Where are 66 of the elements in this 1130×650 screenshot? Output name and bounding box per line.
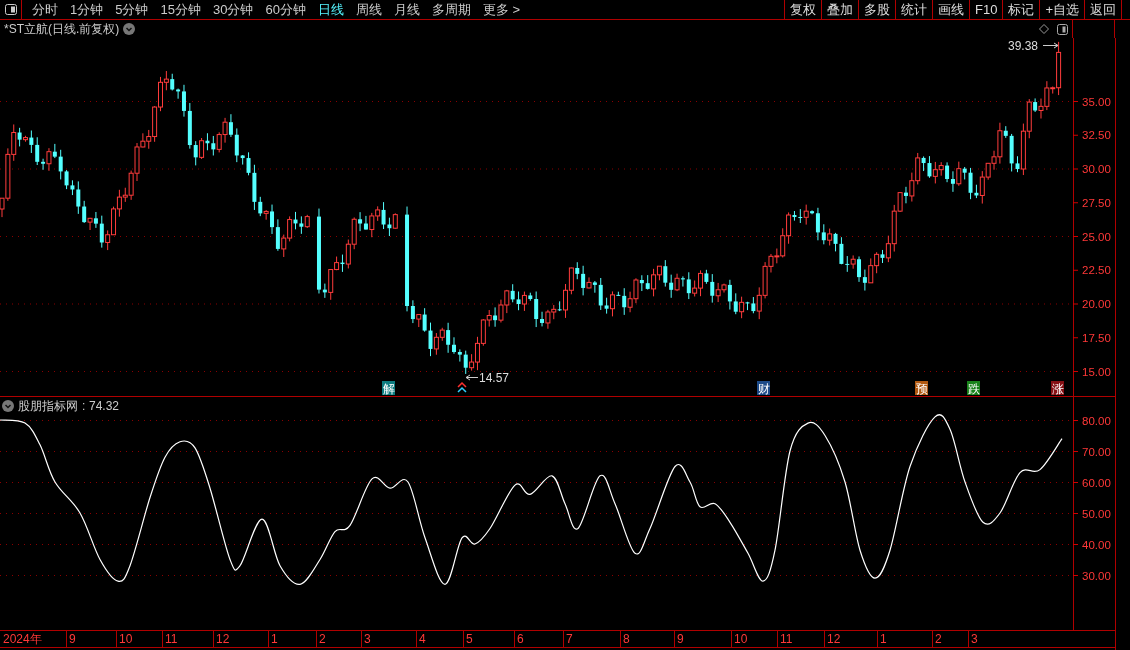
low-price-label: 14.57 xyxy=(479,371,510,385)
indicator-axis-label: 40.00 xyxy=(1082,538,1111,551)
timeline-label: 6 xyxy=(517,632,524,646)
period-tab[interactable]: 1分钟 xyxy=(64,0,110,19)
price-axis-label: 32.50 xyxy=(1082,129,1111,142)
timeline-label: 10 xyxy=(734,632,748,646)
event-tag[interactable]: 预 xyxy=(915,382,928,396)
period-tab[interactable]: 更多 > xyxy=(476,0,527,19)
timeline-label: 4 xyxy=(419,632,426,646)
toolbar-button[interactable]: F10 xyxy=(969,0,1003,19)
period-tab[interactable]: 60分钟 xyxy=(259,0,312,19)
toolbar-button[interactable]: 统计 xyxy=(895,0,932,19)
timeline-label: 10 xyxy=(119,632,133,646)
period-tab[interactable]: 30分钟 xyxy=(206,0,260,19)
period-tab[interactable]: 月线 xyxy=(387,0,426,19)
indicator-axis-label: 30.00 xyxy=(1082,569,1111,582)
timeline-label: 2 xyxy=(935,632,942,646)
price-axis-label: 22.50 xyxy=(1082,264,1111,277)
timeline-label: 3 xyxy=(971,632,978,646)
price-axis-label: 15.00 xyxy=(1082,365,1111,378)
price-axis-label: 20.00 xyxy=(1082,298,1111,310)
timeline-label: 11 xyxy=(165,632,178,646)
timeline-label: 11 xyxy=(780,632,793,646)
period-tab[interactable]: 周线 xyxy=(349,0,388,19)
price-axis-label: 27.50 xyxy=(1082,196,1111,209)
toolbar-button[interactable]: 标记 xyxy=(1002,0,1040,19)
timeline-label: 8 xyxy=(623,632,630,646)
indicator-axis-label: 60.00 xyxy=(1082,476,1111,489)
timeline-label: 2024年 xyxy=(3,632,42,646)
period-tab[interactable]: 多周期 xyxy=(425,0,477,19)
toolbar-button[interactable]: +自选 xyxy=(1039,0,1084,19)
event-tag[interactable]: 财 xyxy=(757,382,770,396)
price-axis-label: 30.00 xyxy=(1082,163,1111,175)
timeline-label: 1 xyxy=(271,632,278,646)
indicator-axis-label: 80.00 xyxy=(1082,414,1111,427)
high-price-label: 39.38 xyxy=(1008,39,1039,53)
period-tab[interactable]: 分时 xyxy=(26,0,64,19)
event-tag[interactable]: 解 xyxy=(382,382,395,396)
toolbar-button[interactable]: 叠加 xyxy=(821,0,858,19)
period-tab[interactable]: 15分钟 xyxy=(154,0,207,19)
period-tab[interactable]: 5分钟 xyxy=(109,0,155,19)
event-tag[interactable]: 涨 xyxy=(1051,382,1064,396)
period-tab[interactable]: 日线 xyxy=(311,0,350,19)
timeline-label: 12 xyxy=(216,632,230,646)
price-axis-label: 17.50 xyxy=(1082,331,1111,344)
toolbar-button[interactable]: 复权 xyxy=(784,0,821,19)
timeline-label: 2 xyxy=(319,632,326,646)
price-axis-label: 25.00 xyxy=(1082,230,1111,243)
timeline-label: 3 xyxy=(364,632,371,646)
indicator-axis-label: 70.00 xyxy=(1082,445,1111,458)
stock-title: *ST立航(日线.前复权) xyxy=(4,21,120,38)
event-tag[interactable]: 跌 xyxy=(967,382,980,396)
indicator-value: 74.32 xyxy=(89,399,120,413)
toolbar-button[interactable]: 返回 xyxy=(1084,0,1121,19)
timeline-label: 12 xyxy=(827,632,841,646)
indicator-separator: : xyxy=(82,399,86,413)
timeline-label: 9 xyxy=(69,632,76,646)
timeline-label: 9 xyxy=(677,632,684,646)
timeline-label: 7 xyxy=(566,632,573,646)
timeline-label: 1 xyxy=(880,632,887,646)
toolbar-button[interactable]: 多股 xyxy=(858,0,895,19)
price-axis-label: 35.00 xyxy=(1082,95,1111,108)
toolbar-button[interactable]: 画线 xyxy=(932,0,969,19)
timeline-label: 5 xyxy=(466,632,473,646)
indicator-axis-label: 50.00 xyxy=(1082,507,1111,520)
indicator-name: 股朋指标网 xyxy=(18,399,78,413)
